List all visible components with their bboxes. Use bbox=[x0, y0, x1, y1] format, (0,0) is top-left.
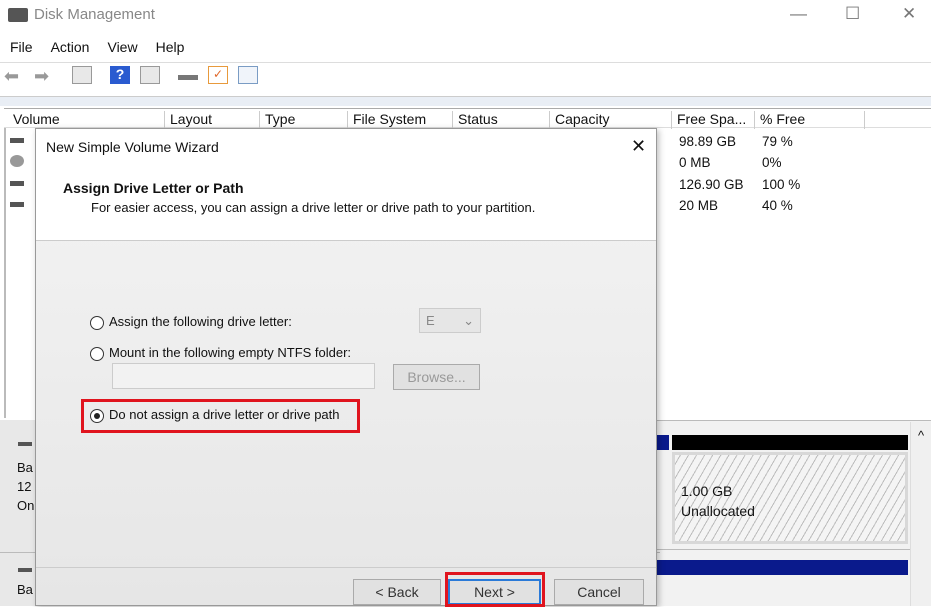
minimize-button[interactable]: — bbox=[790, 4, 807, 24]
cd-drive-icon bbox=[10, 155, 24, 167]
properties-icon[interactable]: ✓ bbox=[208, 66, 228, 84]
disk-icon bbox=[18, 568, 32, 572]
unallocated-label: Unallocated bbox=[681, 503, 755, 519]
close-button[interactable]: ✕ bbox=[902, 4, 916, 24]
window-title: Disk Management bbox=[34, 6, 155, 23]
disk-type: Ba bbox=[17, 460, 33, 475]
cancel-button[interactable]: Cancel bbox=[554, 579, 644, 605]
drive-letter-value: E bbox=[426, 313, 435, 328]
wizard-subheading: For easier access, you can assign a driv… bbox=[91, 200, 536, 215]
volume-table-header: Volume Layout Type File System Status Ca… bbox=[4, 108, 931, 129]
dialog-close-button[interactable]: ✕ bbox=[631, 136, 646, 157]
drive-icon bbox=[10, 181, 24, 186]
radio-assign-drive-letter[interactable]: Assign the following drive letter: bbox=[90, 314, 292, 330]
radio-mount-ntfs-folder[interactable]: Mount in the following empty NTFS folder… bbox=[90, 345, 351, 361]
percent-free: 40 % bbox=[762, 198, 793, 213]
back-icon[interactable]: ⬅ bbox=[4, 66, 24, 86]
dialog-title: New Simple Volume Wizard bbox=[46, 139, 219, 155]
percent-free: 100 % bbox=[762, 177, 801, 192]
menu-action[interactable]: Action bbox=[51, 39, 90, 55]
percent-free: 0% bbox=[762, 155, 782, 170]
maximize-button[interactable]: ☐ bbox=[845, 4, 860, 24]
col-capacity[interactable]: Capacity bbox=[550, 111, 672, 129]
option-label: Assign the following drive letter: bbox=[109, 314, 292, 329]
free-space: 126.90 GB bbox=[679, 177, 744, 192]
menu-view[interactable]: View bbox=[107, 39, 137, 55]
col-file-system[interactable]: File System bbox=[348, 111, 453, 129]
browse-button[interactable]: Browse... bbox=[393, 364, 480, 390]
col-status[interactable]: Status bbox=[453, 111, 550, 129]
settings-icon[interactable] bbox=[238, 66, 258, 84]
menu-help[interactable]: Help bbox=[156, 39, 185, 55]
unallocated-bar bbox=[672, 435, 908, 450]
menu-file[interactable]: File bbox=[10, 39, 33, 55]
option-label: Mount in the following empty NTFS folder… bbox=[109, 345, 352, 360]
disk-status: On bbox=[17, 498, 35, 513]
disk-1-info[interactable]: Ba bbox=[17, 582, 33, 597]
connect-icon[interactable] bbox=[178, 70, 198, 80]
disk-0-info[interactable]: Ba 12 On bbox=[17, 458, 34, 515]
free-space: 20 MB bbox=[679, 198, 719, 213]
drive-icon bbox=[10, 202, 24, 207]
scrollbar[interactable]: ^ bbox=[910, 422, 931, 606]
chevron-down-icon: ⌄ bbox=[463, 313, 474, 328]
col-type[interactable]: Type bbox=[260, 111, 348, 129]
new-simple-volume-wizard-dialog: New Simple Volume Wizard ✕ Assign Drive … bbox=[35, 128, 657, 607]
forward-icon[interactable]: ➡ bbox=[34, 66, 54, 86]
partition-bar bbox=[657, 560, 908, 575]
col-free-space[interactable]: Free Spa... bbox=[672, 111, 755, 129]
console-tree-icon[interactable] bbox=[72, 66, 92, 84]
help-icon[interactable]: ? bbox=[110, 66, 130, 84]
highlight-box bbox=[445, 572, 545, 607]
percent-free: 79 % bbox=[762, 134, 793, 149]
col-layout[interactable]: Layout bbox=[165, 111, 260, 129]
drive-letter-select[interactable]: E ⌄ bbox=[419, 308, 481, 333]
disk-size: 12 bbox=[17, 479, 32, 494]
menu-bar: File Action View Help bbox=[10, 39, 184, 55]
radio-no-drive-letter[interactable]: Do not assign a drive letter or drive pa… bbox=[90, 407, 340, 423]
scroll-up-button[interactable]: ^ bbox=[911, 422, 931, 443]
option-label: Do not assign a drive letter or drive pa… bbox=[109, 407, 340, 422]
unallocated-size: 1.00 GB bbox=[681, 483, 733, 499]
disk-icon bbox=[18, 442, 32, 446]
col-volume[interactable]: Volume bbox=[8, 111, 165, 129]
ntfs-folder-input[interactable] bbox=[112, 363, 375, 389]
unallocated-partition[interactable]: 1.00 GB Unallocated bbox=[672, 452, 908, 544]
free-space: 98.89 GB bbox=[679, 134, 737, 149]
partition-bar bbox=[657, 435, 669, 450]
back-button[interactable]: < Back bbox=[353, 579, 441, 605]
toolbar: ⬅ ➡ ? ✓ bbox=[4, 66, 258, 86]
action-pane-icon[interactable] bbox=[140, 66, 160, 84]
free-space: 0 MB bbox=[679, 155, 711, 170]
col-percent-free[interactable]: % Free bbox=[755, 111, 865, 129]
app-icon bbox=[8, 8, 28, 22]
wizard-heading: Assign Drive Letter or Path bbox=[63, 180, 244, 196]
drive-icon bbox=[10, 138, 24, 143]
